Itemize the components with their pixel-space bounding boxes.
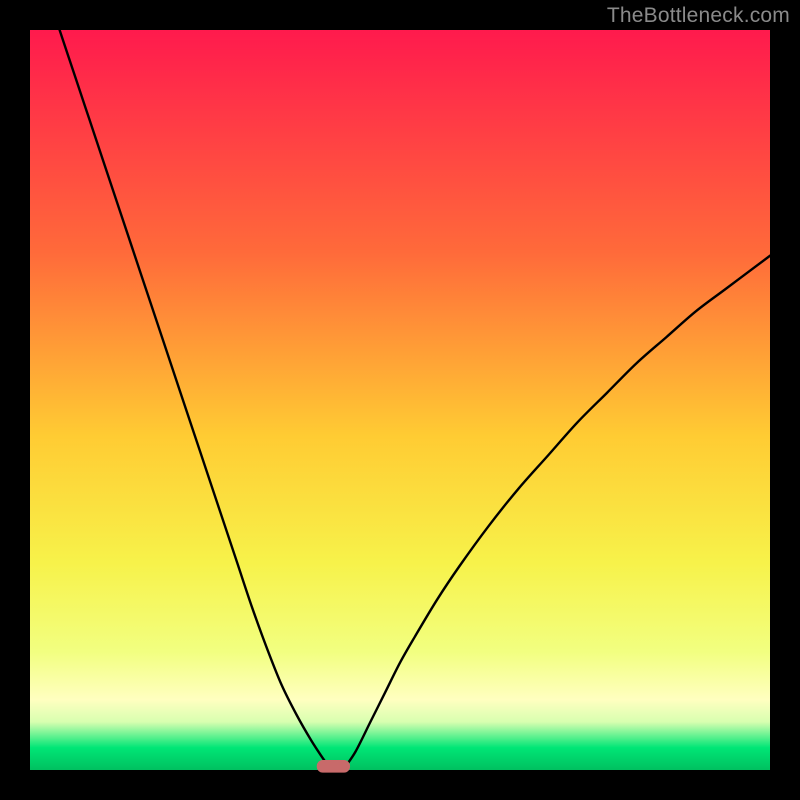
watermark-text: TheBottleneck.com xyxy=(607,4,790,28)
bottleneck-chart xyxy=(0,0,800,800)
optimum-marker xyxy=(317,760,350,773)
chart-stage: TheBottleneck.com xyxy=(0,0,800,800)
plot-background xyxy=(30,30,770,770)
